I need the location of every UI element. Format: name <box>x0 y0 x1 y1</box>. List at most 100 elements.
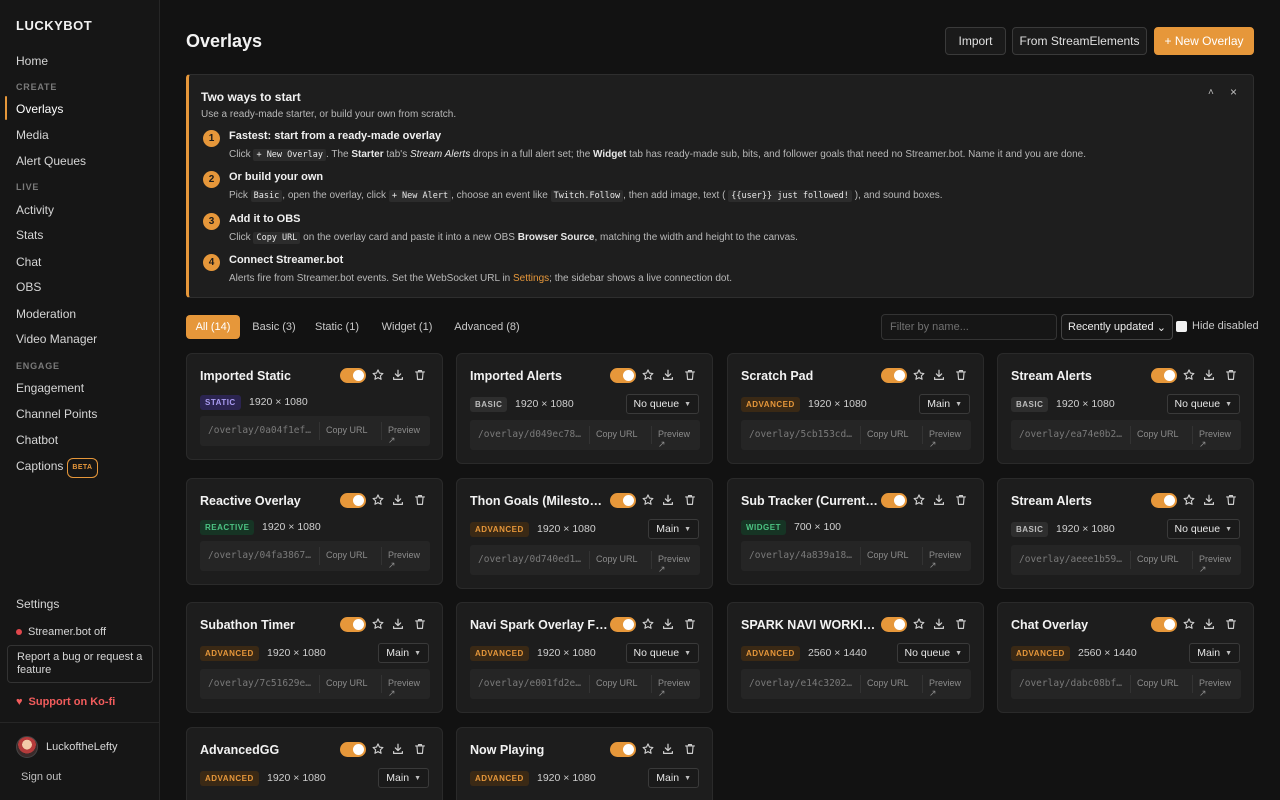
copy-url-button[interactable]: Copy URL <box>860 426 915 444</box>
star-icon[interactable] <box>912 617 926 631</box>
preview-link[interactable]: Preview ↗ <box>922 426 971 449</box>
star-icon[interactable] <box>641 617 655 631</box>
overlay-card[interactable]: Stream Alerts BASIC 1920 × 1080 No queue ▼ /o… <box>997 353 1254 464</box>
overlay-name[interactable]: Reactive Overlay <box>200 494 338 508</box>
overlay-name[interactable]: Imported Alerts <box>470 369 608 383</box>
overlay-name[interactable]: SPARK NAVI WORKING <box>741 618 879 632</box>
trash-icon[interactable] <box>413 493 427 507</box>
preview-link[interactable]: Preview ↗ <box>1192 551 1241 574</box>
overlay-name[interactable]: Sub Tracker (Current Total) <box>741 494 879 508</box>
filter-name-input[interactable] <box>881 314 1057 340</box>
enabled-toggle[interactable] <box>610 742 636 757</box>
sidebar-item-home[interactable]: Home <box>16 53 48 69</box>
queue-select[interactable]: No queue ▼ <box>1166 394 1240 414</box>
sidebar-item-channel-points[interactable]: Channel Points <box>16 406 97 422</box>
star-icon[interactable] <box>371 368 385 382</box>
trash-icon[interactable] <box>683 368 697 382</box>
trash-icon[interactable] <box>413 617 427 631</box>
kofi-link[interactable]: ♥ Support on Ko-fi <box>16 696 115 708</box>
filter-tab-basic[interactable]: Basic (3) <box>248 315 300 339</box>
enabled-toggle[interactable] <box>340 493 366 508</box>
hide-disabled-checkbox[interactable] <box>1176 320 1187 332</box>
preview-link[interactable]: Preview ↗ <box>922 547 971 570</box>
enabled-toggle[interactable] <box>610 493 636 508</box>
trash-icon[interactable] <box>683 742 697 756</box>
queue-select[interactable]: No queue ▼ <box>625 394 699 414</box>
preview-link[interactable]: Preview ↗ <box>381 547 430 570</box>
overlay-card[interactable]: Thon Goals (Milestones) ADVANCED 1920 × 10… <box>456 478 713 589</box>
overlay-name[interactable]: Scratch Pad <box>741 369 879 383</box>
queue-select[interactable]: No queue ▼ <box>1166 519 1240 539</box>
star-icon[interactable] <box>912 493 926 507</box>
preview-link[interactable]: Preview ↗ <box>651 675 700 698</box>
queue-select[interactable]: Main ▼ <box>378 643 429 663</box>
sidebar-item-alert-queues[interactable]: Alert Queues <box>16 153 86 169</box>
download-icon[interactable] <box>661 742 675 756</box>
signout-link[interactable]: Sign out <box>21 771 61 783</box>
preview-link[interactable]: Preview ↗ <box>1192 426 1241 449</box>
star-icon[interactable] <box>641 742 655 756</box>
queue-select[interactable]: No queue ▼ <box>625 643 699 663</box>
enabled-toggle[interactable] <box>1151 493 1177 508</box>
collapse-icon[interactable]: ˄ <box>1208 87 1214 98</box>
copy-url-button[interactable]: Copy URL <box>319 422 374 440</box>
filter-tab-widget[interactable]: Widget (1) <box>376 315 438 339</box>
sidebar-item-chatbot[interactable]: Chatbot <box>16 432 58 448</box>
enabled-toggle[interactable] <box>881 493 907 508</box>
sidebar-item-engagement[interactable]: Engagement <box>16 380 84 396</box>
trash-icon[interactable] <box>1224 493 1238 507</box>
overlay-name[interactable]: Thon Goals (Milestones) <box>470 494 608 508</box>
copy-url-button[interactable]: Copy URL <box>589 551 644 569</box>
overlay-card[interactable]: SPARK NAVI WORKING ADVANCED 2560 × 1440 No … <box>727 602 984 713</box>
download-icon[interactable] <box>932 493 946 507</box>
close-icon[interactable]: × <box>1230 85 1237 99</box>
download-icon[interactable] <box>932 617 946 631</box>
trash-icon[interactable] <box>683 617 697 631</box>
star-icon[interactable] <box>641 368 655 382</box>
overlay-card[interactable]: AdvancedGG ADVANCED 1920 × 1080 Main ▼ <box>186 727 443 800</box>
trash-icon[interactable] <box>954 617 968 631</box>
overlay-card[interactable]: Subathon Timer ADVANCED 1920 × 1080 Main ▼ /o… <box>186 602 443 713</box>
enabled-toggle[interactable] <box>881 368 907 383</box>
overlay-name[interactable]: Stream Alerts <box>1011 494 1149 508</box>
sidebar-item-media[interactable]: Media <box>16 127 49 143</box>
download-icon[interactable] <box>1202 617 1216 631</box>
trash-icon[interactable] <box>413 742 427 756</box>
overlay-card[interactable]: Now Playing ADVANCED 1920 × 1080 Main ▼ <box>456 727 713 800</box>
preview-link[interactable]: Preview ↗ <box>381 675 430 698</box>
overlay-card[interactable]: Imported Alerts BASIC 1920 × 1080 No queue ▼… <box>456 353 713 464</box>
overlay-name[interactable]: Now Playing <box>470 743 608 757</box>
queue-select[interactable]: No queue ▼ <box>896 643 970 663</box>
download-icon[interactable] <box>391 493 405 507</box>
preview-link[interactable]: Preview ↗ <box>651 551 700 574</box>
bug-report-button[interactable]: Report a bug or request a feature <box>7 645 153 683</box>
queue-select[interactable]: Main ▼ <box>648 768 699 788</box>
overlay-name[interactable]: Subathon Timer <box>200 618 338 632</box>
overlay-card[interactable]: Sub Tracker (Current Total) WIDGET 700 × 1… <box>727 478 984 585</box>
overlay-card[interactable]: Imported Static STATIC 1920 × 1080/overlay… <box>186 353 443 460</box>
user-profile[interactable]: LuckoftheLefty <box>16 736 118 758</box>
download-icon[interactable] <box>661 493 675 507</box>
overlay-name[interactable]: AdvancedGG <box>200 743 338 757</box>
overlay-name[interactable]: Imported Static <box>200 369 338 383</box>
copy-url-button[interactable]: Copy URL <box>1130 675 1185 693</box>
star-icon[interactable] <box>371 742 385 756</box>
download-icon[interactable] <box>661 368 675 382</box>
copy-url-button[interactable]: Copy URL <box>319 675 374 693</box>
download-icon[interactable] <box>1202 368 1216 382</box>
star-icon[interactable] <box>1182 493 1196 507</box>
trash-icon[interactable] <box>954 493 968 507</box>
copy-url-button[interactable]: Copy URL <box>589 426 644 444</box>
queue-select[interactable]: Main ▼ <box>919 394 970 414</box>
copy-url-button[interactable]: Copy URL <box>860 547 915 565</box>
queue-select[interactable]: Main ▼ <box>378 768 429 788</box>
overlay-card[interactable]: Stream Alerts BASIC 1920 × 1080 No queue ▼ /o… <box>997 478 1254 589</box>
overlay-card[interactable]: Navi Spark Overlay Fix... ADVANCED 1920 × … <box>456 602 713 713</box>
preview-link[interactable]: Preview ↗ <box>922 675 971 698</box>
from-streamelements-button[interactable]: From StreamElements <box>1012 27 1147 55</box>
star-icon[interactable] <box>1182 617 1196 631</box>
star-icon[interactable] <box>641 493 655 507</box>
enabled-toggle[interactable] <box>610 368 636 383</box>
overlay-card[interactable]: Reactive Overlay REACTIVE 1920 × 1080/over… <box>186 478 443 585</box>
enabled-toggle[interactable] <box>340 742 366 757</box>
